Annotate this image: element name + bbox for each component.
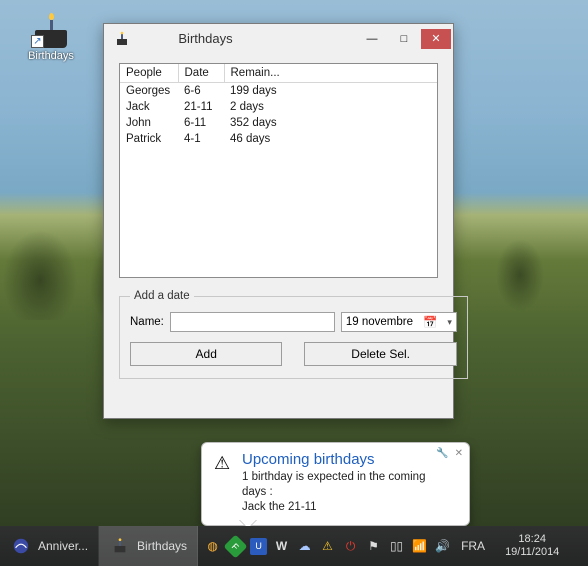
taskbar-item-birthdays[interactable]: Birthdays xyxy=(99,526,198,566)
cell-people: Georges xyxy=(120,83,178,100)
tray-icon[interactable]: ☁ xyxy=(296,538,313,555)
cell-date: 6-6 xyxy=(178,83,224,100)
clock-date: 19/11/2014 xyxy=(505,546,559,559)
balloon-title: Upcoming birthdays xyxy=(242,451,443,468)
balloon-close-icon[interactable]: ✕ xyxy=(455,448,463,459)
desktop-shortcut-label: Birthdays xyxy=(22,50,80,62)
cell-people: Jack xyxy=(120,99,178,115)
tray-icon[interactable]: U xyxy=(250,538,267,555)
minimize-icon: — xyxy=(367,33,378,45)
calendar-icon: 📅 xyxy=(424,316,437,329)
birthdays-app-icon xyxy=(109,535,131,557)
titlebar[interactable]: Birthdays — □ ✕ xyxy=(104,24,453,53)
col-date[interactable]: Date xyxy=(178,64,224,83)
table-row[interactable]: John 6-11 352 days xyxy=(120,115,437,131)
warning-icon: ⚠ xyxy=(214,453,230,474)
table-row[interactable]: Patrick 4-1 46 days xyxy=(120,131,437,147)
taskbar-item-label: Anniver... xyxy=(38,539,88,553)
cell-remain: 199 days xyxy=(224,83,437,100)
desktop-shortcut-birthdays[interactable]: ↗ Birthdays xyxy=(22,8,80,62)
cell-remain: 352 days xyxy=(224,115,437,131)
flag-icon[interactable]: ⚑ xyxy=(365,538,382,555)
desktop: ↗ Birthdays Birthdays — □ ✕ People Date xyxy=(0,0,588,566)
name-input[interactable] xyxy=(170,312,335,332)
birthdays-app-icon: ↗ xyxy=(31,8,71,48)
cell-date: 21-11 xyxy=(178,99,224,115)
maximize-icon: □ xyxy=(401,33,408,45)
add-date-group: Add a date Name: 19 novembre 📅 ▾ Add Del… xyxy=(119,290,468,379)
minimize-button[interactable]: — xyxy=(357,29,387,49)
maximize-button[interactable]: □ xyxy=(389,29,419,49)
balloon-text: 1 birthday is expected in the coming day… xyxy=(242,470,443,515)
cell-remain: 46 days xyxy=(224,131,437,147)
date-value: 19 novembre xyxy=(346,316,413,328)
birthdays-window: Birthdays — □ ✕ People Date Remain... xyxy=(103,23,454,419)
delete-selection-button[interactable]: Delete Sel. xyxy=(304,342,456,366)
clock[interactable]: 18:24 19/11/2014 xyxy=(495,533,569,559)
tray-icon[interactable]: F xyxy=(224,534,248,558)
cell-date: 6-11 xyxy=(178,115,224,131)
tray-icon[interactable]: ◍ xyxy=(204,538,221,555)
tray-icon[interactable]: ⚠ xyxy=(319,538,336,555)
tray-icon[interactable]: W xyxy=(273,538,290,555)
col-remain[interactable]: Remain... xyxy=(224,64,437,83)
network-icon[interactable]: 📶 xyxy=(411,538,428,555)
table-row[interactable]: Jack 21-11 2 days xyxy=(120,99,437,115)
system-tray: ◍ F U W ☁ ⚠ ⏻ ⚑ ▯▯ 📶 🔊 FRA 18:24 19/11/2… xyxy=(198,526,588,566)
col-people[interactable]: People xyxy=(120,64,178,83)
cell-date: 4-1 xyxy=(178,131,224,147)
cell-people: Patrick xyxy=(120,131,178,147)
cell-remain: 2 days xyxy=(224,99,437,115)
table-row[interactable]: Georges 6-6 199 days xyxy=(120,83,437,100)
window-title: Birthdays xyxy=(136,31,355,46)
date-picker[interactable]: 19 novembre 📅 ▾ xyxy=(341,312,457,332)
window-body: People Date Remain... Georges 6-6 199 da… xyxy=(104,53,453,393)
shortcut-overlay-icon: ↗ xyxy=(31,35,44,48)
taskbar-item-label: Birthdays xyxy=(137,539,187,553)
tray-icon[interactable]: ⏻ xyxy=(342,538,359,555)
titlebar-app-icon xyxy=(114,31,130,47)
birthdays-list[interactable]: People Date Remain... Georges 6-6 199 da… xyxy=(119,63,438,278)
close-icon: ✕ xyxy=(431,33,440,45)
close-button[interactable]: ✕ xyxy=(421,29,451,49)
taskbar-item-anniver[interactable]: Anniver... xyxy=(0,526,99,566)
volume-icon[interactable]: 🔊 xyxy=(434,538,451,555)
balloon-settings-icon[interactable]: 🔧 xyxy=(436,448,448,459)
cell-people: John xyxy=(120,115,178,131)
clock-time: 18:24 xyxy=(518,533,546,546)
chevron-down-icon: ▾ xyxy=(447,317,452,328)
name-label: Name: xyxy=(130,316,164,328)
battery-icon[interactable]: ▯▯ xyxy=(388,538,405,555)
add-button[interactable]: Add xyxy=(130,342,282,366)
generic-app-icon xyxy=(10,535,32,557)
taskbar: Anniver... Birthdays ◍ F U W ☁ ⚠ ⏻ ⚑ ▯▯ … xyxy=(0,526,588,566)
add-date-legend: Add a date xyxy=(130,290,194,302)
language-indicator[interactable]: FRA xyxy=(457,539,489,553)
notification-balloon[interactable]: ⚠ 🔧 ✕ Upcoming birthdays 1 birthday is e… xyxy=(201,442,470,526)
